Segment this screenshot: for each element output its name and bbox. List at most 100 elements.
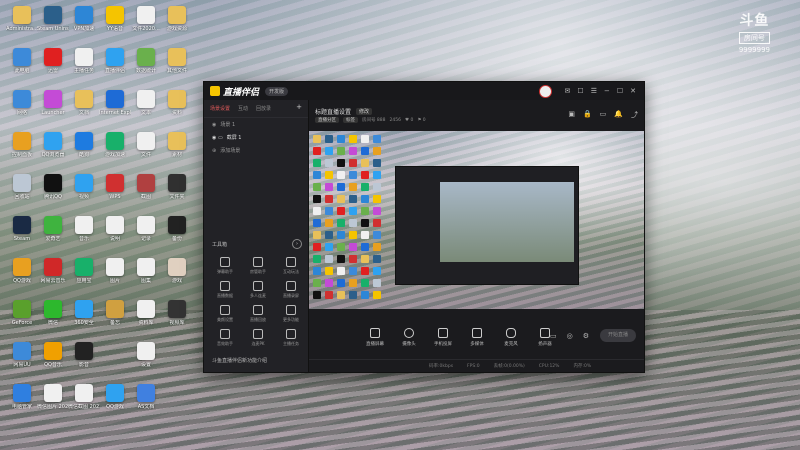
desktop-icon[interactable]: 文件2020... (130, 6, 162, 32)
desktop-icon[interactable]: 文件夹 (161, 174, 193, 200)
screen-icon[interactable]: ▣ (568, 110, 575, 120)
tab-replay[interactable]: 回放录 (256, 105, 271, 112)
scene-item[interactable]: ◉ 场景 1 (204, 118, 308, 131)
tool-button[interactable]: 弹幕助手 (210, 257, 240, 275)
media-button[interactable]: 多媒体 (465, 328, 489, 347)
desktop-icon[interactable]: 迅雷 (37, 48, 69, 74)
lock-icon[interactable]: 🔒 (583, 110, 592, 120)
camera-button[interactable]: 摄像头 (397, 328, 421, 347)
tool-button[interactable]: 美颜设置 (210, 305, 240, 323)
desktop-icon[interactable]: 备忘 (99, 300, 131, 326)
desktop-icon[interactable]: 微信截图 2021... (68, 384, 100, 410)
tool-button[interactable]: 互动玩法 (276, 257, 306, 275)
desktop-icon[interactable]: 电脑管家 (6, 384, 38, 410)
tool-button[interactable]: 主播任务 (276, 329, 306, 347)
desktop-icon[interactable]: 网易UU (6, 342, 38, 368)
desktop-icon[interactable]: 网易云音乐 (37, 258, 69, 284)
tab-interact[interactable]: 互动 (238, 105, 248, 112)
tool-button[interactable]: 直播回放 (243, 305, 273, 323)
avatar[interactable] (538, 84, 552, 98)
desktop-icon[interactable]: 文本 (130, 90, 162, 116)
desktop-icon[interactable]: 视频库 (161, 300, 193, 326)
desktop-icon[interactable]: 视频 (68, 174, 100, 200)
desktop-icon[interactable]: 资料库 (130, 300, 162, 326)
share-icon[interactable]: ⤴ (631, 110, 638, 120)
desktop-icon[interactable]: QQ音乐 (37, 342, 69, 368)
desktop-icon[interactable]: 控制面板 (6, 132, 38, 158)
edit-button[interactable]: 修改 (356, 108, 373, 115)
version-pill[interactable]: 开发版 (265, 86, 289, 96)
desktop-icon[interactable]: 腾讯QQ (37, 174, 69, 200)
tools-toggle-button[interactable]: › (292, 239, 302, 249)
bell-icon[interactable]: 🔔 (614, 110, 623, 120)
desktop-icon[interactable]: 素材 (161, 132, 193, 158)
desktop-icon[interactable]: 说明 (99, 216, 131, 242)
desktop-icon[interactable]: Launcher (37, 90, 69, 116)
desktop-icon[interactable]: 截图 (130, 174, 162, 200)
desktop-icon[interactable]: 文档 (68, 90, 100, 116)
clip-icon[interactable]: ◎ (567, 332, 573, 340)
desktop-icon[interactable]: 游戏资源 (161, 6, 193, 32)
tool-button[interactable]: 直播数据 (210, 281, 240, 299)
desktop-icon[interactable]: YY语音 (99, 6, 131, 32)
tool-button[interactable]: 多人连麦 (243, 281, 273, 299)
desktop-icon[interactable]: GeForce (6, 300, 38, 326)
scene-item[interactable]: ⊕ 添加场景 (204, 144, 308, 157)
desktop-icon[interactable]: 其他文件 (161, 48, 193, 74)
desktop-icon[interactable]: 360安全 (68, 300, 100, 326)
tool-button[interactable]: 直播录屏 (276, 281, 306, 299)
tool-button[interactable]: 音效助手 (210, 329, 240, 347)
microphone-button[interactable]: 麦克风 (499, 328, 523, 347)
desktop-icon[interactable]: 图片 (99, 258, 131, 284)
desktop-icon[interactable]: Steam (6, 216, 38, 242)
desktop-icon[interactable]: 文件 (130, 132, 162, 158)
desktop-icon[interactable]: QQ游戏 (6, 258, 38, 284)
tool-button[interactable]: 更多功能 (276, 305, 306, 323)
desktop-icon[interactable]: 直播伴侣 (99, 48, 131, 74)
desktop-icon[interactable]: Internet Explorer (99, 90, 131, 116)
desktop-icon[interactable]: 音乐 (68, 216, 100, 242)
record-icon[interactable]: ▭ (550, 332, 557, 340)
scene-item[interactable]: ◉ ▭ 截屏 1 (204, 131, 308, 144)
feature-notice[interactable]: 斗鱼直播伴侣新功能介绍 (212, 357, 267, 364)
start-live-button[interactable]: 开始直播 (600, 329, 636, 342)
desktop-icon[interactable]: 备份 (161, 216, 193, 242)
desktop-icon[interactable]: 微信图片 2020... (37, 384, 69, 410)
desktop-icon[interactable]: 此电脑 (6, 48, 38, 74)
tab-scene[interactable]: 场景设置 (210, 105, 230, 112)
desktop-icon[interactable]: 图集 (130, 258, 162, 284)
stream-preview[interactable] (309, 131, 644, 309)
desktop-icon[interactable]: 数据统计 (130, 48, 162, 74)
desktop-icon[interactable]: 微信 (37, 300, 69, 326)
tool-button[interactable]: 房管助手 (243, 257, 273, 275)
settings-gear-icon[interactable]: ⚙ (583, 332, 589, 340)
desktop-icon[interactable]: 影音 (68, 342, 100, 368)
add-tab-button[interactable]: + (296, 104, 302, 112)
desktop-icon[interactable]: QQ游戏 (99, 384, 131, 410)
desktop-icon[interactable]: 应用宝 (68, 258, 100, 284)
desktop-icon[interactable]: WPS (99, 174, 131, 200)
desktop-icon[interactable]: AS文档 (130, 384, 162, 410)
desktop-icon[interactable]: 酷狗 (68, 132, 100, 158)
desktop-icon[interactable]: 爱奇艺 (37, 216, 69, 242)
desktop-icon[interactable]: 设置 (130, 342, 162, 368)
screen-capture-button[interactable]: 直播屏幕 (363, 328, 387, 347)
desktop-icon[interactable]: Administra... (6, 6, 38, 32)
desktop-icon[interactable]: 游戏加速 (99, 132, 131, 158)
menu-icon[interactable]: ☰ (591, 87, 597, 95)
desktop-icon[interactable]: Steam Uninstaller (37, 6, 69, 32)
minimize-icon[interactable]: − (604, 87, 610, 95)
phone-cast-button[interactable]: 手机投屏 (431, 328, 455, 347)
window-icon[interactable]: ▭ (600, 110, 607, 120)
category-chip[interactable]: 直播分区 (315, 117, 339, 123)
mail-icon[interactable]: ✉ (565, 87, 571, 95)
tool-button[interactable]: 连麦PK (243, 329, 273, 347)
desktop-icon[interactable]: QQ浏览器 (37, 132, 69, 158)
desktop-icon[interactable]: 资料 (161, 90, 193, 116)
desktop-icon[interactable]: VPN加速 (68, 6, 100, 32)
tag-chip[interactable]: 标签 (343, 117, 358, 123)
maximize-icon[interactable]: ☐ (617, 87, 623, 95)
desktop-icon[interactable]: 游戏 (161, 258, 193, 284)
close-icon[interactable]: ✕ (630, 87, 636, 95)
skin-icon[interactable]: ☐ (577, 87, 583, 95)
